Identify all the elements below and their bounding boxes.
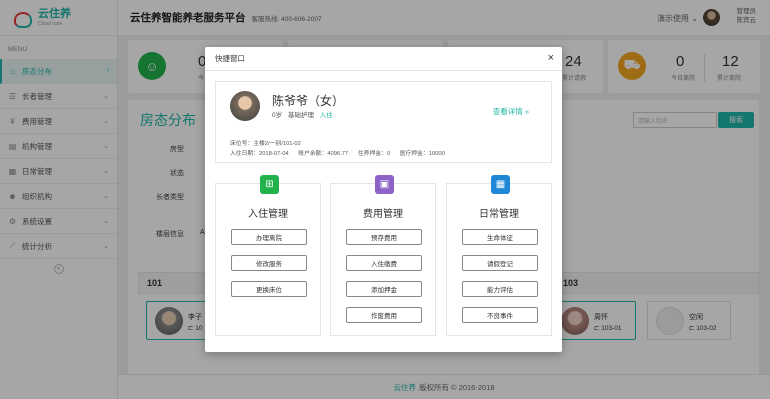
elder-status: 入住 xyxy=(319,112,333,119)
care-deposit: 住养押金：0 xyxy=(357,151,391,157)
elder-care-level: 基础护理 xyxy=(287,112,314,119)
close-icon[interactable]: × xyxy=(548,52,554,64)
card-title: 费用管理 xyxy=(363,209,403,220)
checkin-management-card: ⊞ 入住管理 办理离院 修改服务 更换床位 xyxy=(215,175,321,336)
modal-title: 快捷窗口 xyxy=(215,54,245,63)
prepay-button[interactable]: 预存费用 xyxy=(346,229,422,245)
checkin-payment-button[interactable]: 入住缴费 xyxy=(346,255,422,271)
elder-meta: 0岁 基础护理 入住 xyxy=(272,109,333,119)
elder-age: 0岁 xyxy=(272,112,283,119)
medical-deposit: 医疗押金：10000 xyxy=(399,151,445,157)
account-info-line: 入住日期：2018-07-04 账户余额：4096.77 住养押金：0 医疗押金… xyxy=(230,148,453,157)
elder-photo xyxy=(230,91,260,121)
modal-header: 快捷窗口 × xyxy=(205,47,562,71)
elder-name: 陈爷爷（女） xyxy=(272,94,345,108)
add-deposit-button[interactable]: 添加押金 xyxy=(346,281,422,297)
adverse-event-button[interactable]: 不良事件 xyxy=(462,307,538,323)
change-bed-button[interactable]: 更换床位 xyxy=(231,281,307,297)
void-fee-button[interactable]: 作废费用 xyxy=(346,307,422,323)
bed-info-line: 床位号：主楼2/一别/101-02 xyxy=(230,138,309,147)
discharge-button[interactable]: 办理离院 xyxy=(231,229,307,245)
calendar-icon: ▦ xyxy=(491,175,510,194)
elder-info-box: 陈爷爷（女） 0岁 基础护理 入住 查看详情 » 床位号：主楼2/一别/101-… xyxy=(215,81,552,163)
account-balance: 账户余额：4096.77 xyxy=(298,151,349,157)
vital-signs-button[interactable]: 生命体征 xyxy=(462,229,538,245)
card-title: 日常管理 xyxy=(479,209,519,220)
card-title: 入住管理 xyxy=(248,209,288,220)
wallet-icon: ▣ xyxy=(375,175,394,194)
daily-management-card: ▦ 日常管理 生命体征 请假登记 能力评估 不良事件 xyxy=(446,175,552,336)
fee-management-card: ▣ 费用管理 预存费用 入住缴费 添加押金 作废费用 xyxy=(330,175,436,336)
leave-registration-button[interactable]: 请假登记 xyxy=(462,255,538,271)
view-details-link[interactable]: 查看详情 » xyxy=(493,106,529,117)
ability-assessment-button[interactable]: 能力评估 xyxy=(462,281,538,297)
quick-window-modal: 快捷窗口 × 陈爷爷（女） 0岁 基础护理 入住 查看详情 » 床位号：主楼2/… xyxy=(205,47,562,352)
checkin-date: 入住日期：2018-07-04 xyxy=(230,151,289,157)
bed-number: 床位号：主楼2/一别/101-02 xyxy=(230,141,301,147)
modify-service-button[interactable]: 修改服务 xyxy=(231,255,307,271)
bed-plus-icon: ⊞ xyxy=(260,175,279,194)
